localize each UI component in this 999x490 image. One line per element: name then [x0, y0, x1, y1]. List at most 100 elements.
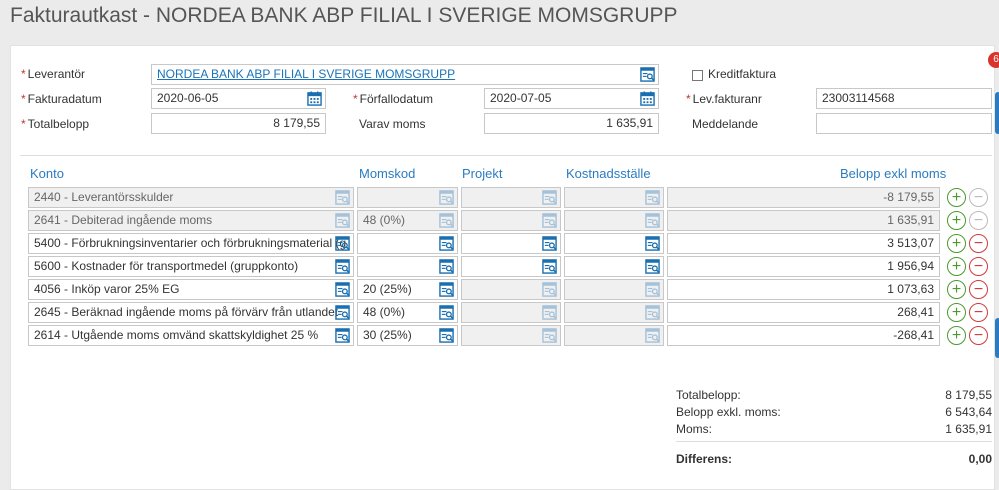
- calendar-icon[interactable]: [640, 91, 655, 106]
- due-date-label: * Förfallodatum: [353, 92, 434, 106]
- project-field: [461, 279, 561, 300]
- add-row-button[interactable]: +: [947, 280, 966, 299]
- cost-center-field: [564, 302, 664, 323]
- column-project[interactable]: Projekt: [462, 166, 502, 181]
- vat-code-value: 20 (25%): [363, 282, 412, 296]
- lookup-icon[interactable]: [645, 259, 660, 274]
- amount-value: -8 179,55: [883, 190, 934, 204]
- remove-row-button[interactable]: −: [969, 303, 988, 322]
- add-row-button[interactable]: +: [947, 234, 966, 253]
- remove-row-button[interactable]: −: [969, 326, 988, 345]
- lookup-icon[interactable]: [335, 305, 350, 320]
- lookup-icon[interactable]: [335, 328, 350, 343]
- column-amount[interactable]: Belopp exkl moms: [840, 166, 946, 181]
- summary-excl-label: Belopp exkl. moms:: [676, 405, 781, 419]
- lookup-icon: [542, 328, 557, 343]
- vat-code-field: [357, 187, 458, 208]
- lookup-icon[interactable]: [335, 282, 350, 297]
- supplier-invoice-no-label: * Lev.fakturanr: [686, 92, 762, 106]
- sidebar-tab-bottom[interactable]: [995, 318, 999, 358]
- invoice-date-field[interactable]: 2020-06-05: [151, 88, 326, 109]
- lookup-icon[interactable]: [439, 259, 454, 274]
- add-row-button[interactable]: +: [947, 257, 966, 276]
- amount-value: 1 073,63: [887, 282, 934, 296]
- account-field[interactable]: 5400 - Förbrukningsinventarier och förbr…: [28, 233, 354, 254]
- add-row-button[interactable]: +: [947, 188, 966, 207]
- lookup-icon[interactable]: [335, 236, 350, 251]
- summary-diff-value: 0,00: [968, 452, 992, 466]
- lookup-icon[interactable]: [439, 236, 454, 251]
- cost-center-field: [564, 325, 664, 346]
- summary-excl-value: 6 543,64: [945, 405, 992, 419]
- account-value: 2645 - Beräknad ingående moms på förvärv…: [34, 305, 339, 319]
- amount-field: 1 635,91: [667, 210, 940, 231]
- page-title: Fakturautkast - NORDEA BANK ABP FILIAL I…: [10, 4, 678, 27]
- column-cost-center[interactable]: Kostnadsställe: [566, 166, 651, 181]
- account-field[interactable]: 4056 - Inköp varor 25% EG: [28, 279, 354, 300]
- lookup-icon[interactable]: [439, 282, 454, 297]
- project-field[interactable]: [461, 233, 561, 254]
- account-field: 2440 - Leverantörsskulder: [28, 187, 354, 208]
- credit-invoice-checkbox[interactable]: [692, 70, 703, 81]
- message-label: Meddelande: [692, 117, 759, 131]
- remove-row-button[interactable]: −: [969, 257, 988, 276]
- supplier-invoice-no-field[interactable]: 23003114568: [816, 88, 992, 109]
- remove-row-button[interactable]: −: [969, 280, 988, 299]
- header-divider: [20, 155, 992, 156]
- lookup-icon[interactable]: [439, 328, 454, 343]
- account-value: 2614 - Utgående moms omvänd skattskyldig…: [34, 328, 319, 342]
- add-row-button[interactable]: +: [947, 326, 966, 345]
- cost-center-field: [564, 279, 664, 300]
- supplier-link[interactable]: NORDEA BANK ABP FILIAL I SVERIGE MOMSGRU…: [157, 67, 455, 81]
- account-field: 2641 - Debiterad ingående moms: [28, 210, 354, 231]
- project-field: [461, 187, 561, 208]
- project-field: [461, 325, 561, 346]
- column-vat-code[interactable]: Momskod: [359, 166, 415, 181]
- account-field[interactable]: 2645 - Beräknad ingående moms på förvärv…: [28, 302, 354, 323]
- notification-badge[interactable]: 6: [988, 52, 999, 68]
- amount-field[interactable]: 3 513,07: [667, 233, 940, 254]
- vat-code-field[interactable]: 48 (0%): [357, 302, 458, 323]
- total-label: * Totalbelopp: [21, 117, 90, 131]
- summary-total-value: 8 179,55: [945, 388, 992, 402]
- lookup-icon[interactable]: [542, 236, 557, 251]
- cost-center-field[interactable]: [564, 256, 664, 277]
- amount-field[interactable]: -268,41: [667, 325, 940, 346]
- message-field[interactable]: [816, 113, 992, 134]
- remove-row-button[interactable]: −: [969, 234, 988, 253]
- amount-value: 3 513,07: [887, 236, 934, 250]
- lookup-icon: [439, 190, 454, 205]
- total-field[interactable]: 8 179,55: [151, 113, 326, 134]
- lookup-icon[interactable]: [645, 236, 660, 251]
- lookup-icon: [439, 213, 454, 228]
- amount-field[interactable]: 268,41: [667, 302, 940, 323]
- amount-value: -268,41: [893, 328, 934, 342]
- lookup-icon[interactable]: [542, 259, 557, 274]
- vat-code-field[interactable]: 20 (25%): [357, 279, 458, 300]
- project-field[interactable]: [461, 256, 561, 277]
- lookup-icon: [645, 190, 660, 205]
- vat-code-field[interactable]: [357, 256, 458, 277]
- vat-code-field[interactable]: [357, 233, 458, 254]
- account-field[interactable]: 5600 - Kostnader för transportmedel (gru…: [28, 256, 354, 277]
- lookup-icon: [542, 213, 557, 228]
- sidebar-tab-top[interactable]: [995, 92, 999, 134]
- account-value: 2641 - Debiterad ingående moms: [34, 213, 213, 227]
- summary-vat-label: Moms:: [676, 422, 712, 436]
- amount-value: 268,41: [897, 305, 934, 319]
- vat-field[interactable]: 1 635,91: [484, 113, 659, 134]
- vat-code-field[interactable]: 30 (25%): [357, 325, 458, 346]
- due-date-field[interactable]: 2020-07-05: [484, 88, 659, 109]
- amount-field[interactable]: 1 956,94: [667, 256, 940, 277]
- supplier-field[interactable]: NORDEA BANK ABP FILIAL I SVERIGE MOMSGRU…: [151, 64, 659, 85]
- cost-center-field[interactable]: [564, 233, 664, 254]
- account-field[interactable]: 2614 - Utgående moms omvänd skattskyldig…: [28, 325, 354, 346]
- amount-field[interactable]: 1 073,63: [667, 279, 940, 300]
- lookup-icon[interactable]: [640, 67, 655, 82]
- lookup-icon[interactable]: [439, 305, 454, 320]
- column-account[interactable]: Konto: [30, 166, 64, 181]
- add-row-button[interactable]: +: [947, 211, 966, 230]
- lookup-icon[interactable]: [335, 259, 350, 274]
- add-row-button[interactable]: +: [947, 303, 966, 322]
- calendar-icon[interactable]: [307, 91, 322, 106]
